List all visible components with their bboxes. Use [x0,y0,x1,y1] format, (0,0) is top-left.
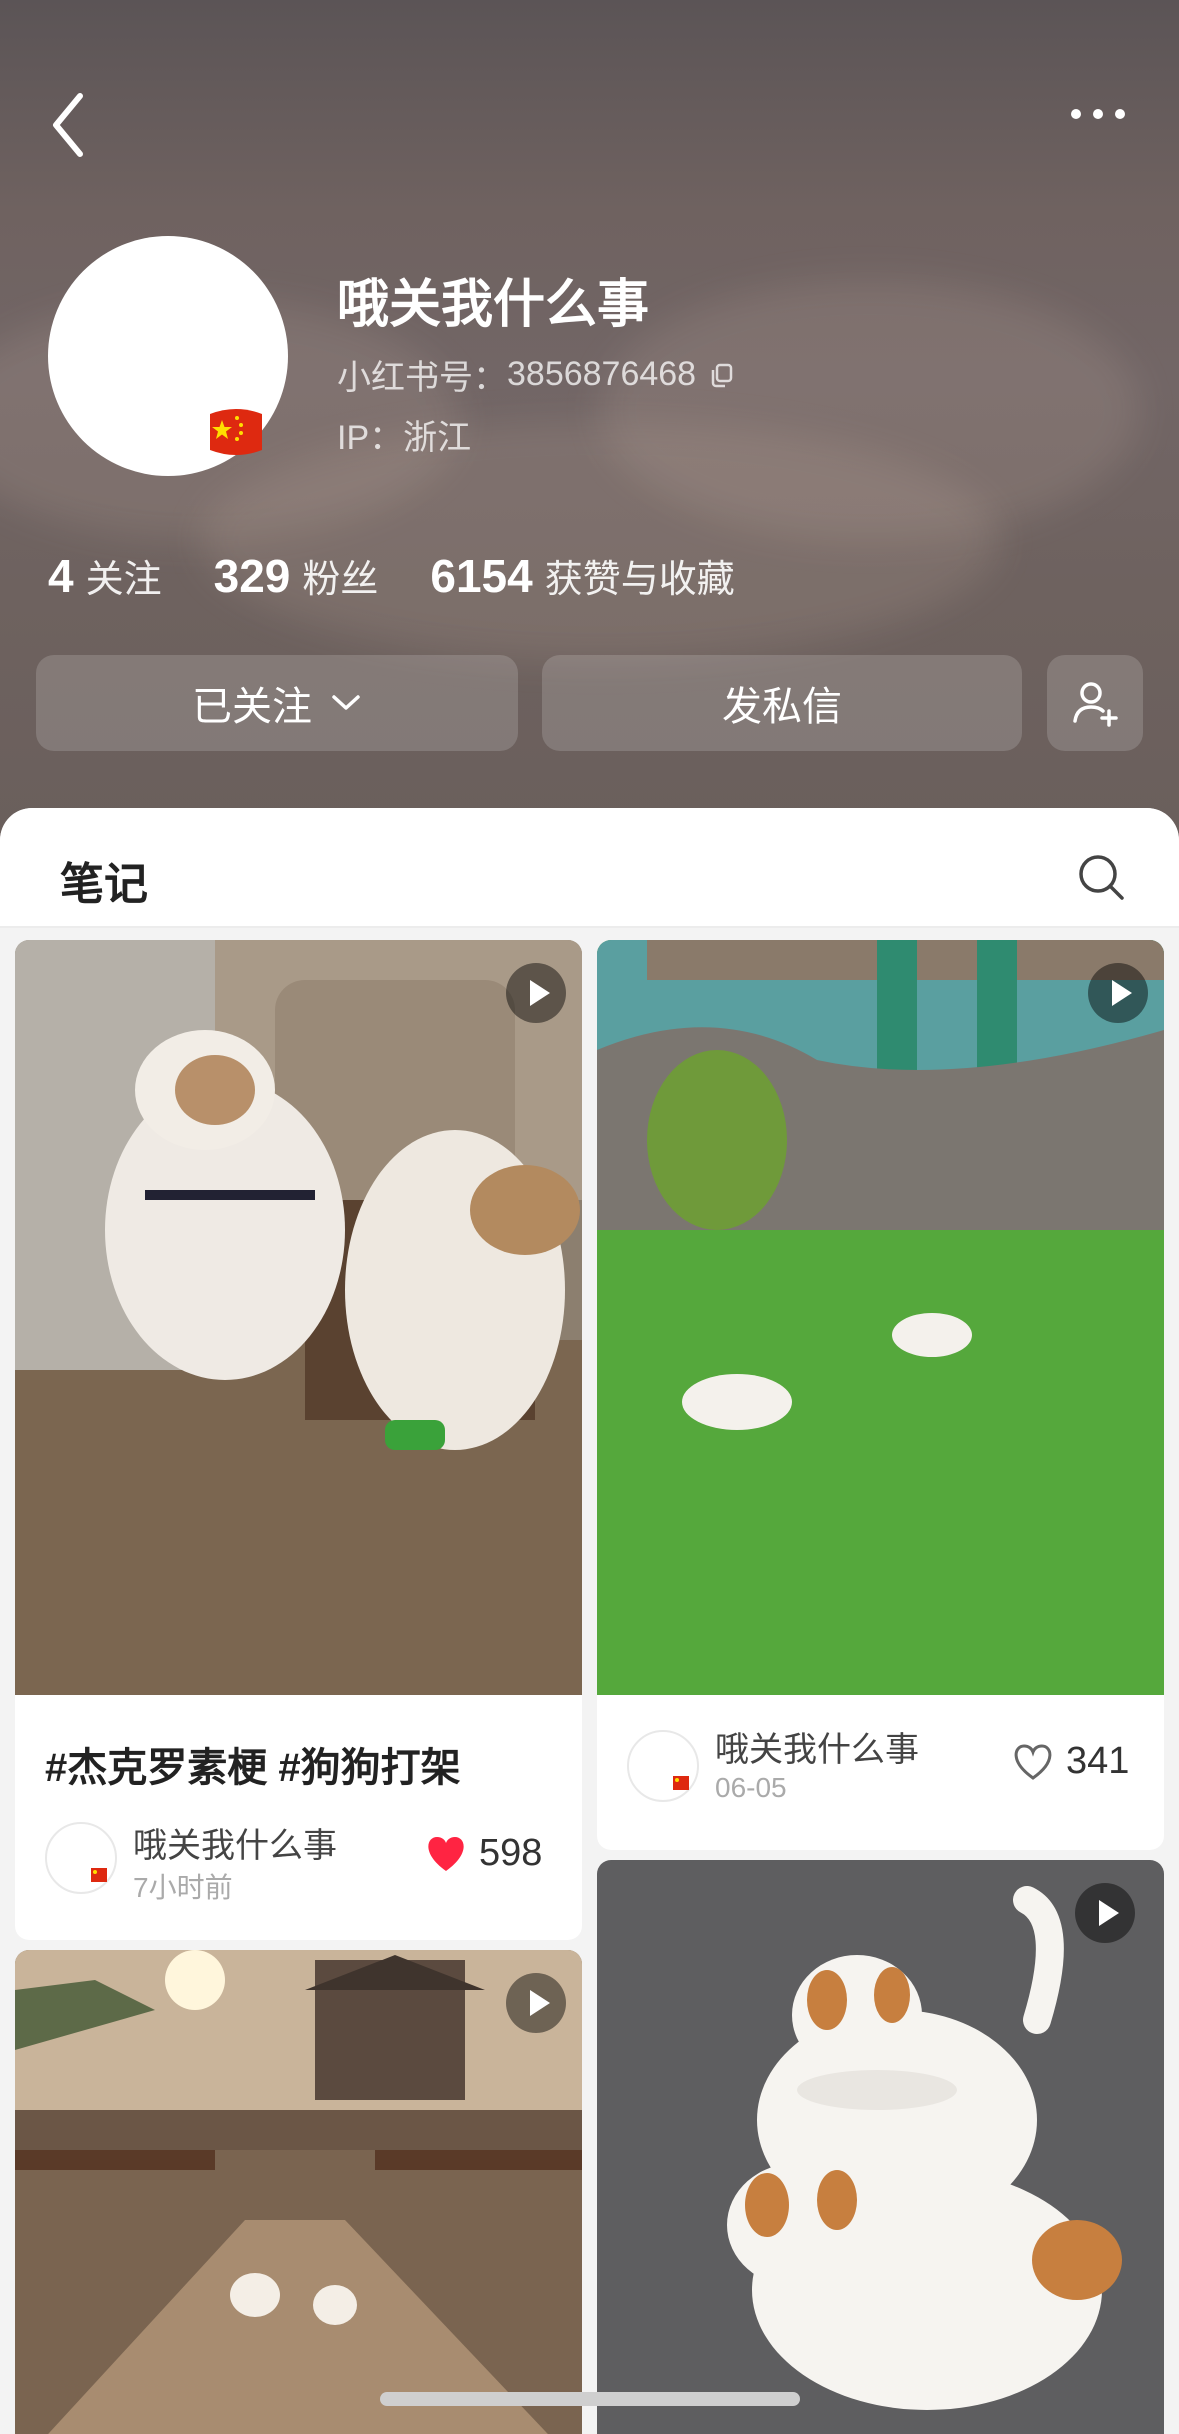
red-id-value: 3856876468 [507,355,697,393]
stat-following[interactable]: 4 关注 [48,548,162,603]
play-icon [506,1973,566,2033]
search-icon[interactable] [1076,852,1126,902]
following-label: 已关注 [192,685,312,729]
play-icon [1088,963,1148,1023]
profile-header: 哦关我什么事 小红书号： 3856876468 IP：浙江 4 关注 329 粉丝 6… [0,0,1179,840]
heart-icon [428,1836,464,1871]
author-avatar [627,1730,699,1802]
like-count[interactable]: 598 [425,1832,542,1875]
tab-notes[interactable]: 笔记 [60,848,148,912]
ip-value: 浙江 [403,419,472,457]
china-flag-icon [673,1776,689,1790]
ip-label: IP： [337,419,404,457]
author-name: 哦关我什么事 [133,1827,337,1865]
more-icon[interactable] [1068,104,1128,124]
back-icon[interactable] [48,90,88,160]
china-flag-icon [210,409,262,455]
author-avatar [45,1822,117,1894]
china-flag-icon [91,1868,107,1882]
play-icon [1075,1883,1135,1943]
note-card[interactable]: #杰克罗素梗 #狗狗打架 哦关我什么事 7小时前 598 [15,940,582,1940]
note-thumbnail [15,1950,582,2434]
profile-name: 哦关我什么事 [337,276,650,334]
following-button[interactable]: 已关注 [36,655,518,751]
note-card[interactable]: 哦关我什么事 06-05 341 [597,940,1164,1850]
post-time: 06-05 [715,1772,787,1803]
red-id-label: 小红书号： [337,359,507,397]
message-button[interactable]: 发私信 [542,655,1022,751]
note-thumbnail [15,940,582,1695]
avatar[interactable] [48,236,288,476]
like-count[interactable]: 341 [1012,1740,1129,1783]
red-id: 小红书号： 3856876468 [337,350,736,399]
note-thumbnail [597,940,1164,1695]
stat-likes-collects[interactable]: 6154 获赞与收藏 [430,548,734,603]
copy-icon[interactable] [708,361,736,389]
stats-row: 4 关注 329 粉丝 6154 获赞与收藏 [48,548,735,603]
add-user-button[interactable] [1047,655,1143,751]
note-title: #杰克罗素梗 #狗狗打架 [45,1746,461,1790]
post-time: 7小时前 [133,1872,233,1903]
note-card[interactable] [597,1860,1164,2434]
message-label: 发私信 [722,685,842,729]
author-name: 哦关我什么事 [715,1731,919,1769]
notes-panel: 笔记 #杰克罗素梗 #狗狗打架 哦关我什么事 7小时前 598 哦关我什么事 0… [0,808,1179,2434]
tab-bar: 笔记 [0,808,1179,928]
add-user-icon [1073,682,1118,727]
chevron-down-icon [332,695,360,710]
note-card[interactable] [15,1950,582,2434]
heart-icon [1014,1743,1052,1780]
ip-location: IP：浙江 [337,410,471,459]
stat-followers[interactable]: 329 粉丝 [214,548,379,603]
play-icon [506,963,566,1023]
note-thumbnail [597,1860,1164,2434]
home-indicator [380,2392,800,2406]
